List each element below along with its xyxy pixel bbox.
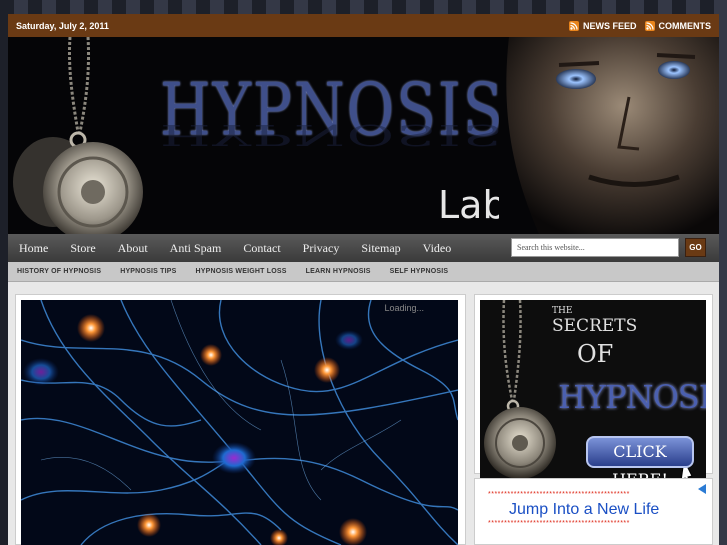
- hypnotist-face-image: [499, 37, 719, 234]
- secrets-of-hypnosis-ad[interactable]: THE SECRETS OF HYPNOSIS CLICK HERE!: [474, 294, 713, 488]
- loading-indicator: Loading...: [384, 303, 424, 313]
- feed-links: NEWS FEED COMMENTS: [568, 20, 712, 31]
- nav-contact[interactable]: Contact: [232, 241, 291, 256]
- ad-title-link[interactable]: Jump Into a New Life: [509, 501, 659, 519]
- site-header[interactable]: HYPNOSIS HYPNOSIS Lab: [8, 37, 719, 234]
- logo-subtitle: Lab: [438, 183, 507, 227]
- rss-icon: [568, 20, 579, 31]
- subnav-hypnosis-weight-loss[interactable]: HYPNOSIS WEIGHT LOSS: [195, 268, 286, 275]
- search-input[interactable]: Search this website...: [511, 238, 679, 257]
- comments-label: COMMENTS: [658, 20, 712, 31]
- ad-banner: THE SECRETS OF HYPNOSIS CLICK HERE!: [480, 300, 706, 488]
- nav-about[interactable]: About: [107, 241, 159, 256]
- logo-reflection: HYPNOSIS: [160, 118, 505, 152]
- ad-click-here-button[interactable]: CLICK HERE!: [586, 436, 694, 488]
- pocket-watch-image: [13, 37, 143, 234]
- subnav-hypnosis-tips[interactable]: HYPNOSIS TIPS: [120, 268, 176, 275]
- subnav-self-hypnosis[interactable]: SELF HYPNOSIS: [390, 268, 449, 275]
- category-navigation: HISTORY OF HYPNOSIS HYPNOSIS TIPS HYPNOS…: [8, 262, 719, 282]
- nav-home[interactable]: Home: [8, 241, 59, 256]
- subnav-learn-hypnosis[interactable]: LEARN HYPNOSIS: [306, 268, 371, 275]
- page-wrapper: Saturday, July 2, 2011 NEWS FEED COMMENT…: [8, 14, 719, 545]
- nav-video[interactable]: Video: [412, 241, 463, 256]
- ad-secrets-text: SECRETS: [552, 316, 638, 336]
- current-date: Saturday, July 2, 2011: [16, 20, 109, 31]
- ad-stars-bottom: ****************************************…: [488, 520, 630, 527]
- rss-icon: [644, 20, 655, 31]
- nav-sitemap[interactable]: Sitemap: [350, 241, 411, 256]
- search-go-button[interactable]: GO: [685, 238, 706, 257]
- neuron-image: [21, 300, 458, 545]
- jump-into-new-life-ad[interactable]: ****************************************…: [474, 478, 713, 545]
- comments-feed-link[interactable]: COMMENTS: [644, 20, 712, 31]
- top-bar: Saturday, July 2, 2011 NEWS FEED COMMENT…: [8, 14, 719, 37]
- nav-privacy[interactable]: Privacy: [292, 241, 351, 256]
- ad-stars-top: ****************************************…: [488, 491, 630, 498]
- ad-the-text: THE: [552, 306, 573, 316]
- news-feed-link[interactable]: NEWS FEED: [568, 20, 637, 31]
- ad-hypnosis-text: HYPNOSIS: [558, 378, 706, 416]
- subnav-history-of-hypnosis[interactable]: HISTORY OF HYPNOSIS: [17, 268, 101, 275]
- ad-info-icon[interactable]: [698, 484, 706, 494]
- featured-slideshow[interactable]: Loading...: [21, 300, 458, 545]
- main-navigation: Home Store About Anti Spam Contact Priva…: [8, 234, 719, 262]
- news-feed-label: NEWS FEED: [582, 20, 637, 31]
- ad-of-text: OF: [577, 340, 614, 368]
- featured-panel: Loading...: [15, 294, 466, 545]
- content-area: Loading... THE SECRETS OF HYPNOSI CLICK …: [8, 282, 719, 545]
- nav-store[interactable]: Store: [59, 241, 106, 256]
- nav-anti-spam[interactable]: Anti Spam: [159, 241, 233, 256]
